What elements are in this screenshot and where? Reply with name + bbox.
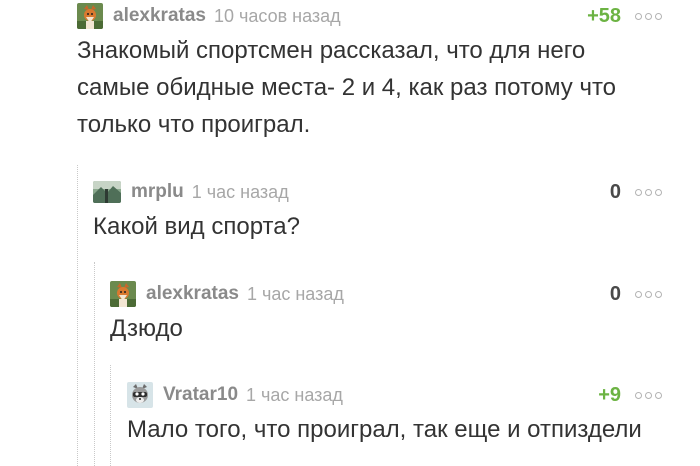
comment-rating: +58 (587, 4, 621, 27)
comment-header: mrplu 1 час назад 0 (93, 178, 662, 206)
thread-line (94, 262, 95, 466)
comment-author[interactable]: alexkratas (113, 5, 206, 27)
thread-line (110, 365, 111, 466)
comment-time[interactable]: 10 часов назад (214, 6, 341, 27)
fox-avatar-icon[interactable] (77, 3, 103, 29)
comment-header: alexkratas 1 час назад 0 (110, 280, 662, 308)
comment-rating: 0 (609, 180, 621, 203)
landscape-avatar-icon[interactable] (93, 181, 121, 203)
comment-header: alexkratas 10 часов назад +58 (77, 2, 662, 30)
comment-time[interactable]: 1 час назад (192, 182, 289, 203)
comment: alexkratas 10 часов назад +58 Знакомый с… (77, 2, 662, 143)
thread-line (77, 165, 78, 466)
comment-text: Какой вид спорта? (93, 213, 300, 240)
comment-time[interactable]: 1 час назад (247, 284, 344, 305)
more-options-icon[interactable] (635, 188, 662, 196)
more-options-icon[interactable] (635, 290, 662, 298)
comment-text: Дзюдо (110, 315, 183, 342)
more-options-icon[interactable] (635, 12, 662, 20)
comment-author[interactable]: alexkratas (146, 283, 239, 305)
comment-rating: 0 (609, 282, 621, 305)
comment-author[interactable]: mrplu (131, 181, 184, 203)
fox-avatar-icon[interactable] (110, 281, 136, 307)
comment-time[interactable]: 1 час назад (246, 385, 343, 406)
comment: Vratar10 1 час назад +9 Мало того, что п… (127, 381, 670, 448)
comment-rating: +9 (598, 383, 621, 406)
comment: mrplu 1 час назад 0 Какой вид спорта? (93, 178, 662, 245)
comment: alexkratas 1 час назад 0 Дзюдо (110, 280, 662, 347)
more-options-icon[interactable] (635, 391, 662, 399)
comment-author[interactable]: Vratar10 (163, 384, 238, 406)
raccoon-avatar-icon[interactable] (127, 382, 153, 408)
comment-text: Знакомый спортсмен рассказал, что для не… (77, 37, 617, 138)
comment-header: Vratar10 1 час назад +9 (127, 381, 670, 409)
comment-text: Мало того, что проиграл, так еще и отпиз… (127, 416, 642, 443)
